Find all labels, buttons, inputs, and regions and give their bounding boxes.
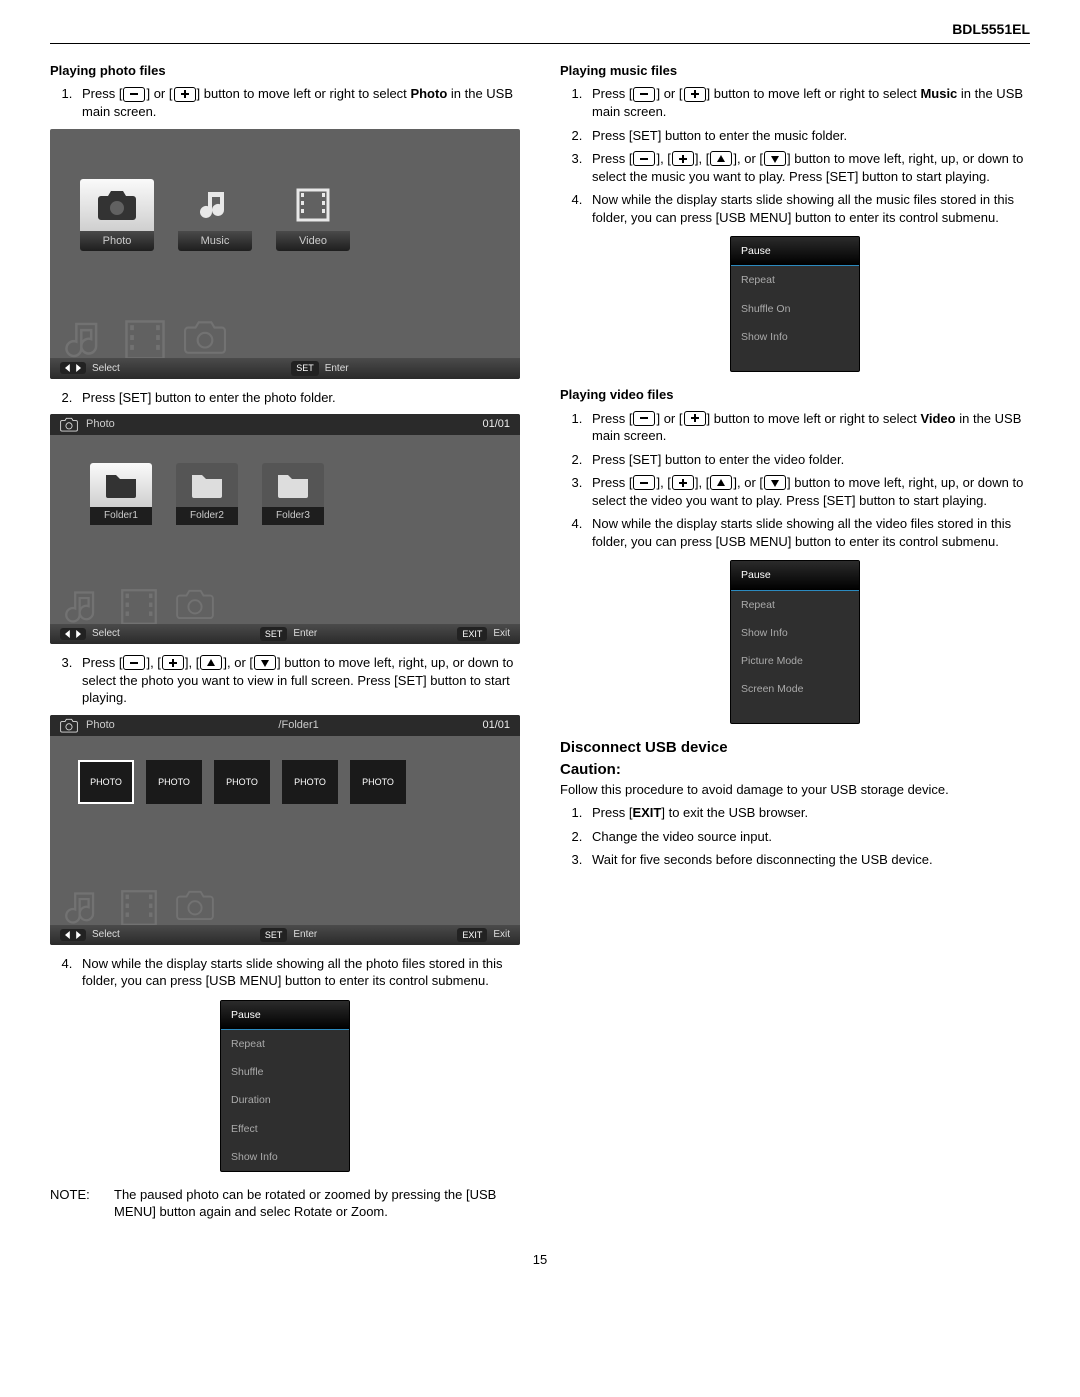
- heading-playing-video: Playing video files: [560, 386, 1030, 404]
- usb-step-1: Press [EXIT] to exit the USB browser.: [586, 804, 1030, 822]
- tile-photo: Photo: [80, 179, 154, 252]
- right-column: Playing music files Press [] or [] butto…: [560, 58, 1030, 1221]
- submenu-showinfo: Show Info: [731, 619, 859, 647]
- music-step-2: Press [SET] button to enter the music fo…: [586, 127, 1030, 145]
- video-step-2: Press [SET] button to enter the video fo…: [586, 451, 1030, 469]
- down-icon: [764, 475, 786, 490]
- heading-playing-photo: Playing photo files: [50, 62, 520, 80]
- lr-icon: [60, 362, 86, 374]
- minus-icon: [633, 87, 655, 102]
- video-step-4: Now while the display starts slide showi…: [586, 515, 1030, 550]
- submenu-duration: Duration: [221, 1086, 349, 1114]
- caution-text: Follow this procedure to avoid damage to…: [560, 781, 1030, 799]
- music-submenu: Pause Repeat Shuffle On Show Info: [730, 236, 860, 372]
- lr-icon: [60, 929, 86, 941]
- up-icon: [710, 151, 732, 166]
- plus-icon: [672, 151, 694, 166]
- submenu-shuffle: Shuffle: [221, 1058, 349, 1086]
- submenu-shuffle-on: Shuffle On: [731, 295, 859, 323]
- photo-thumb: PHOTO: [282, 760, 338, 804]
- submenu-repeat: Repeat: [731, 266, 859, 294]
- submenu-pause: Pause: [731, 561, 859, 590]
- heading-playing-music: Playing music files: [560, 62, 1030, 80]
- usb-main-screenshot: Photo Music Video Select SETEnter: [50, 129, 520, 379]
- minus-icon: [633, 151, 655, 166]
- left-column: Playing photo files Press [] or [] butto…: [50, 58, 520, 1221]
- submenu-picture-mode: Picture Mode: [731, 647, 859, 675]
- plus-icon: [684, 411, 706, 426]
- submenu-showinfo: Show Info: [221, 1143, 349, 1171]
- photo-thumb: PHOTO: [214, 760, 270, 804]
- submenu-screen-mode: Screen Mode: [731, 675, 859, 703]
- photo-step-1: Press [] or [] button to move left or ri…: [76, 85, 520, 120]
- minus-icon: [633, 475, 655, 490]
- video-step-3: Press [], [], [], or [] button to move l…: [586, 474, 1030, 509]
- minus-icon: [123, 655, 145, 670]
- photo-step-4: Now while the display starts slide showi…: [76, 955, 520, 990]
- plus-icon: [174, 87, 196, 102]
- tile-video: Video: [276, 179, 350, 252]
- minus-icon: [123, 87, 145, 102]
- folder-2: Folder2: [176, 463, 238, 525]
- model-number: BDL5551EL: [952, 20, 1030, 39]
- music-step-4: Now while the display starts slide showi…: [586, 191, 1030, 226]
- photo-thumb: PHOTO: [146, 760, 202, 804]
- photo-thumbs-screenshot: Photo /Folder1 01/01 PHOTO PHOTO PHOTO P…: [50, 715, 520, 945]
- folder-3: Folder3: [262, 463, 324, 525]
- photo-folder-screenshot: Photo 01/01 Folder1 Folder2 Folder3 Sele…: [50, 414, 520, 644]
- submenu-pause: Pause: [221, 1001, 349, 1030]
- photo-step-2: Press [SET] button to enter the photo fo…: [76, 389, 520, 407]
- down-icon: [764, 151, 786, 166]
- plus-icon: [684, 87, 706, 102]
- submenu-repeat: Repeat: [221, 1030, 349, 1058]
- note: NOTE: The paused photo can be rotated or…: [50, 1186, 520, 1221]
- minus-icon: [633, 411, 655, 426]
- submenu-pause: Pause: [731, 237, 859, 266]
- submenu-repeat: Repeat: [731, 591, 859, 619]
- video-submenu: Pause Repeat Show Info Picture Mode Scre…: [730, 560, 860, 724]
- heading-disconnect-usb: Disconnect USB device: [560, 738, 1030, 758]
- page-number: 15: [50, 1251, 1030, 1269]
- lr-icon: [60, 628, 86, 640]
- down-icon: [254, 655, 276, 670]
- photo-step-3: Press [], [], [], or [] button to move l…: [76, 654, 520, 707]
- tile-music: Music: [178, 179, 252, 252]
- photo-thumb: PHOTO: [350, 760, 406, 804]
- music-step-1: Press [] or [] button to move left or ri…: [586, 85, 1030, 120]
- up-icon: [710, 475, 732, 490]
- music-step-3: Press [], [], [], or [] button to move l…: [586, 150, 1030, 185]
- submenu-effect: Effect: [221, 1115, 349, 1143]
- photo-submenu: Pause Repeat Shuffle Duration Effect Sho…: [220, 1000, 350, 1172]
- submenu-showinfo: Show Info: [731, 323, 859, 351]
- usb-step-3: Wait for five seconds before disconnecti…: [586, 851, 1030, 869]
- plus-icon: [162, 655, 184, 670]
- photo-thumb: PHOTO: [78, 760, 134, 804]
- folder-1: Folder1: [90, 463, 152, 525]
- up-icon: [200, 655, 222, 670]
- heading-caution: Caution:: [560, 760, 1030, 780]
- usb-step-2: Change the video source input.: [586, 828, 1030, 846]
- page-header: BDL5551EL: [50, 20, 1030, 44]
- video-step-1: Press [] or [] button to move left or ri…: [586, 410, 1030, 445]
- plus-icon: [672, 475, 694, 490]
